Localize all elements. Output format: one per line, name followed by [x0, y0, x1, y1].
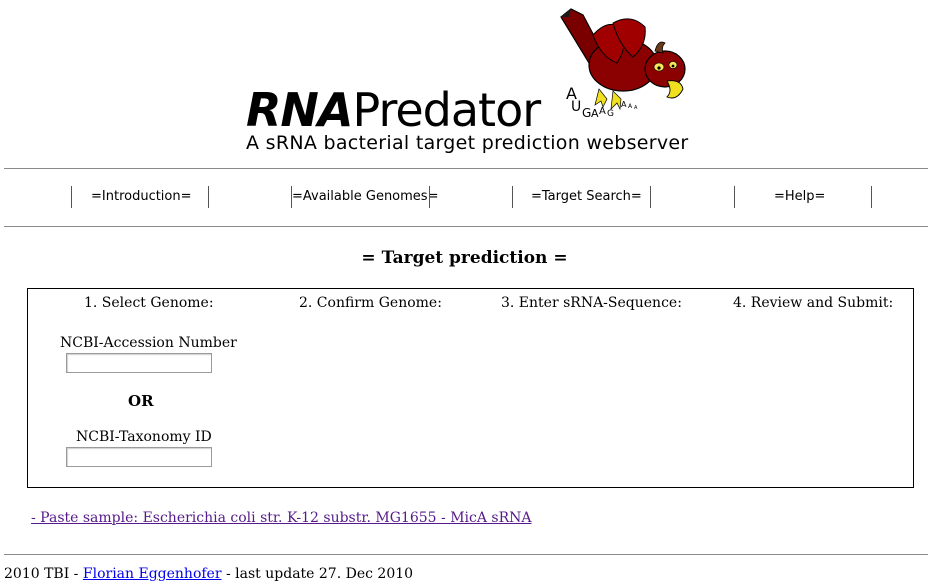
author-link[interactable]: Florian Eggenhofer	[83, 566, 222, 582]
nav-separator	[734, 186, 735, 208]
bird-mascot-icon	[560, 8, 686, 111]
logo-title: RNAPredator	[246, 83, 542, 137]
site-logo: RNAPredator A sRNA bacterial target pred…	[0, 0, 929, 165]
or-label: OR	[128, 392, 154, 410]
nav-item-target-search[interactable]: =Target Search=	[531, 189, 642, 204]
nav-separator	[208, 186, 209, 208]
step-review-and-submit: 4. Review and Submit:	[733, 295, 894, 311]
accession-number-label: NCBI-Accession Number	[60, 335, 237, 351]
main-nav: =Introduction= =Available Genomes= =Targ…	[0, 184, 929, 210]
target-prediction-form: 1. Select Genome: 2. Confirm Genome: 3. …	[27, 288, 914, 488]
footer-suffix: - last update 27. Dec 2010	[221, 566, 414, 582]
nav-divider	[4, 226, 928, 227]
paste-sample-link[interactable]: - Paste sample: Escherichia coli str. K-…	[31, 510, 532, 526]
taxonomy-id-label: NCBI-Taxonomy ID	[76, 429, 212, 445]
nav-separator	[650, 186, 651, 208]
footer-divider	[4, 554, 928, 555]
nav-separator	[429, 186, 430, 208]
taxonomy-id-input[interactable]	[66, 447, 212, 467]
nav-separator	[512, 186, 513, 208]
accession-number-input[interactable]	[66, 353, 212, 373]
step-select-genome: 1. Select Genome:	[84, 295, 214, 311]
nav-separator	[871, 186, 872, 208]
footer-prefix: 2010 TBI -	[4, 566, 83, 582]
page-title: = Target prediction =	[361, 248, 568, 268]
nav-item-introduction[interactable]: =Introduction=	[91, 189, 192, 204]
step-enter-srna-sequence: 3. Enter sRNA-Sequence:	[501, 295, 682, 311]
nav-item-help[interactable]: =Help=	[774, 189, 825, 204]
logo-subtitle: A sRNA bacterial target prediction webse…	[246, 132, 689, 154]
header-divider	[4, 168, 928, 169]
logo-title-rest: Predator	[352, 83, 542, 137]
step-confirm-genome: 2. Confirm Genome:	[299, 295, 442, 311]
nav-separator	[71, 186, 72, 208]
nav-item-available-genomes[interactable]: =Available Genomes=	[292, 189, 438, 204]
footer: 2010 TBI - Florian Eggenhofer - last upd…	[4, 566, 413, 582]
logo-title-bold: RNA	[246, 83, 354, 137]
